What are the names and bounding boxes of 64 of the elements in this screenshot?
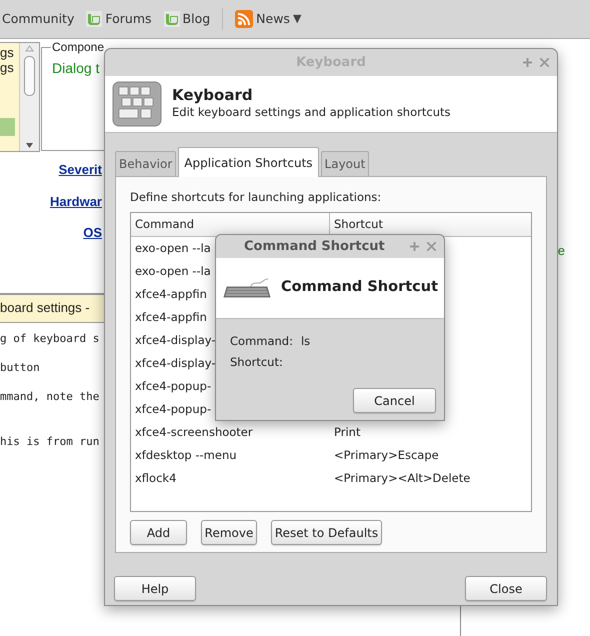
header-subtitle: Edit keyboard settings and application shortcuts	[172, 104, 450, 122]
field-label-link[interactable]: OS	[0, 223, 102, 242]
table-cell-text: Print	[333, 424, 360, 442]
code-line: g of keyboard s	[0, 330, 100, 346]
window-title: Command Shortcut	[244, 238, 385, 256]
fieldset-legend: Compone	[51, 40, 106, 55]
table-cell: exo-open --la	[135, 264, 211, 278]
code-line: his is from run	[0, 434, 100, 450]
table-cell: exo-open --la	[135, 241, 211, 256]
mint-logo-icon	[86, 11, 102, 27]
table-cell: xfce4-appfin	[135, 310, 207, 324]
close-icon[interactable]	[427, 242, 436, 251]
table-cell: xflock4	[135, 471, 176, 486]
table-action-button[interactable]: Reset to Defaults	[271, 520, 382, 546]
field-label: Command:	[230, 333, 293, 350]
table-cell: xfce4-display-	[135, 356, 216, 370]
scrollbar-thumb[interactable]	[24, 56, 35, 96]
maximize-icon[interactable]	[410, 242, 419, 251]
table-cell: xfce4-popup-	[135, 379, 212, 394]
maximize-icon[interactable]	[523, 58, 532, 67]
header-title: Keyboard	[172, 86, 254, 104]
list-item-highlight[interactable]	[0, 118, 15, 136]
field-label-link[interactable]: Severit	[0, 160, 102, 180]
table-cell-text: <Primary><Alt>Delete	[333, 470, 470, 488]
keyboard-icon	[112, 81, 162, 127]
close-icon[interactable]	[540, 58, 549, 67]
tab[interactable]: Application Shortcuts	[178, 147, 319, 177]
caret-icon: ▼	[292, 10, 302, 28]
table-cell: xfce4-screenshooter	[135, 425, 253, 440]
table-cell: xfce4-appfin	[135, 287, 207, 302]
scroll-down-icon	[25, 142, 34, 149]
tab[interactable]: Layout	[320, 151, 370, 176]
code-line: button	[0, 360, 41, 376]
list-item[interactable]: gs	[0, 60, 16, 75]
cancel-button[interactable]: Cancel	[353, 388, 436, 413]
field-value: ls	[300, 333, 310, 350]
nav-link[interactable]: News ▼	[235, 10, 302, 28]
title-bar-text: board settings -	[0, 292, 104, 322]
dialog-button[interactable]: Help	[114, 576, 196, 601]
side-text: e	[558, 242, 565, 257]
table-cell: xfce4-display-	[135, 333, 216, 348]
scrollbar[interactable]	[19, 43, 39, 151]
header-title: Command Shortcut	[281, 278, 438, 298]
table-action-button[interactable]: Add	[130, 520, 187, 546]
rss-icon	[235, 10, 254, 28]
field-label-link[interactable]: Hardwar	[0, 192, 102, 211]
nav-link[interactable]: Blog	[164, 10, 210, 28]
code-line: mmand, note the	[0, 388, 100, 404]
table-cell: xfdesktop --menu	[135, 448, 237, 462]
list-item[interactable]: gs	[0, 45, 16, 60]
table-cell-text: <Primary>Escape	[333, 447, 439, 464]
nav-link[interactable]: Forums	[86, 10, 152, 28]
scroll-up-icon	[25, 45, 34, 52]
dialog-button[interactable]: Close	[465, 576, 547, 601]
instruction-text: Define shortcuts for launching applications:	[130, 189, 382, 206]
mint-logo-icon	[164, 11, 180, 27]
tab[interactable]: Behavior	[115, 151, 176, 176]
keyboard-icon	[223, 277, 271, 299]
field-label: Shortcut:	[230, 354, 283, 371]
description-text: Dialog t	[52, 59, 100, 78]
table-action-button[interactable]: Remove	[201, 520, 257, 546]
column-header[interactable]: Shortcut	[330, 213, 531, 236]
nav-link[interactable]: Community	[2, 10, 74, 28]
table-cell: xfce4-popup-	[135, 402, 212, 416]
